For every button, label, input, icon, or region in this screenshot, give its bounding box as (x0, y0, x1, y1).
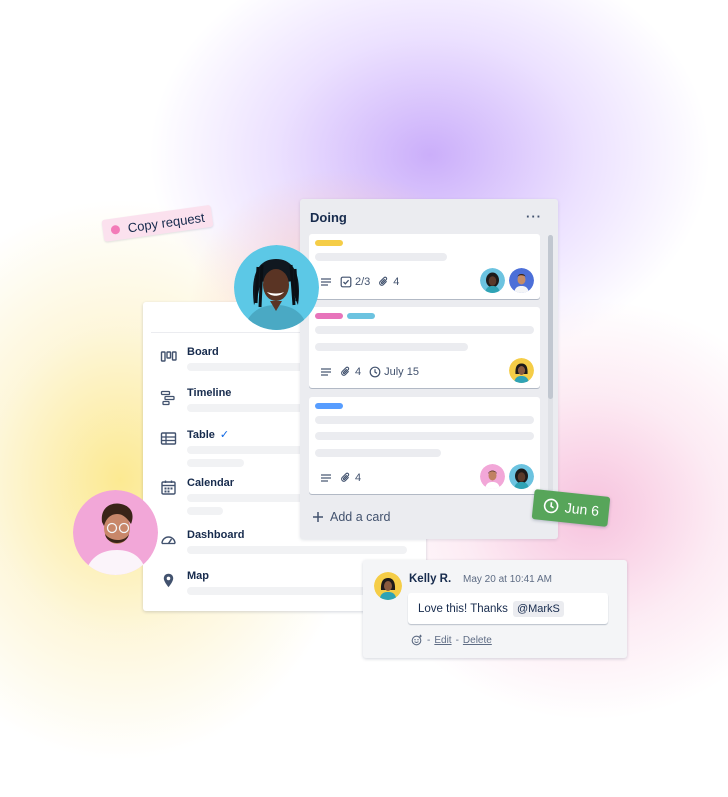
due-date-badge-text: Jun 6 (564, 499, 600, 519)
attachment-count: 4 (393, 276, 400, 288)
table-icon (160, 432, 177, 445)
due-date: July 15 (384, 366, 419, 378)
comment-author: Kelly R. (409, 573, 452, 585)
board-icon (160, 351, 177, 362)
list-menu-button[interactable]: ··· (526, 209, 542, 224)
description-icon (321, 368, 331, 376)
plus-icon (313, 512, 323, 522)
clock-icon (543, 498, 559, 514)
card[interactable]: 4 July 15 (309, 307, 540, 388)
timeline-icon (160, 390, 175, 406)
list-title: Doing (310, 210, 347, 225)
separator: - (427, 634, 431, 646)
comment-author-avatar[interactable] (374, 572, 402, 600)
attachment-icon (379, 276, 388, 286)
member-avatar[interactable] (509, 358, 534, 383)
member-avatar[interactable] (480, 464, 505, 489)
add-card-button[interactable]: Add a card (312, 510, 390, 524)
comment-actions: - Edit - Delete (411, 634, 492, 646)
card-label (347, 313, 375, 319)
edit-link[interactable]: Edit (434, 635, 451, 646)
member-avatar[interactable] (509, 268, 534, 293)
attachment-count: 4 (355, 472, 362, 484)
add-card-label: Add a card (330, 510, 391, 524)
comment-text: Love this! Thanks (418, 602, 508, 615)
comment: Kelly R. May 20 at 10:41 AM Love this! T… (363, 560, 627, 658)
dashboard-icon (161, 536, 176, 545)
description-icon (321, 474, 331, 482)
separator: - (455, 634, 459, 646)
checklist-count: 2/3 (355, 276, 371, 288)
delete-link[interactable]: Delete (463, 635, 492, 646)
checkmark-icon: ✓ (219, 429, 230, 441)
card[interactable]: 4 (309, 397, 540, 494)
doing-list: Doing ··· 2/3 4 4 July 15 4 Add a card (300, 199, 558, 539)
collaborator-avatar (73, 490, 158, 575)
map-pin-icon (163, 573, 174, 588)
card[interactable]: 2/3 4 (309, 234, 540, 299)
calendar-icon (161, 480, 176, 495)
list-scrollbar-thumb[interactable] (548, 235, 553, 399)
collaborator-avatar (234, 245, 319, 330)
member-avatar[interactable] (509, 464, 534, 489)
emoji-reaction-icon[interactable] (411, 634, 423, 646)
description-icon (321, 278, 331, 286)
card-label (315, 240, 343, 246)
attachment-icon (341, 366, 350, 376)
member-avatar[interactable] (480, 268, 505, 293)
comment-timestamp: May 20 at 10:41 AM (463, 574, 552, 585)
clock-icon (369, 366, 381, 378)
card-label (315, 403, 343, 409)
mention-chip[interactable]: @MarkS (512, 600, 564, 617)
checklist-icon (340, 276, 352, 288)
view-label: Table (187, 428, 215, 441)
attachment-count: 4 (355, 366, 362, 378)
comment-body: Love this! Thanks @MarkS (408, 593, 608, 624)
tag-dot (110, 224, 121, 235)
card-label (315, 313, 343, 319)
attachment-icon (341, 472, 350, 482)
